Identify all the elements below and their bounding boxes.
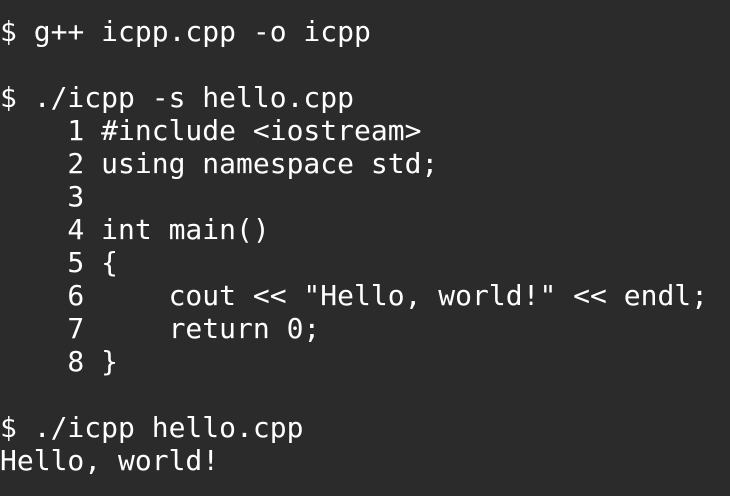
program-output: Hello, world! (0, 444, 220, 477)
source-line-3: 3 (0, 180, 85, 213)
source-line-5: 5 { (0, 246, 119, 279)
command-line-compile: $ g++ icpp.cpp -o icpp (0, 15, 371, 48)
source-line-2: 2 using namespace std; (0, 147, 439, 180)
command-line-show-source: $ ./icpp -s hello.cpp (0, 81, 355, 114)
source-line-4: 4 int main() (0, 213, 270, 246)
source-line-7: 7 return 0; (0, 312, 321, 345)
command-line-run: $ ./icpp hello.cpp (0, 411, 304, 444)
source-line-8: 8 } (0, 345, 119, 378)
source-line-6: 6 cout << "Hello, world!" << endl; (0, 279, 709, 312)
source-line-1: 1 #include <iostream> (0, 114, 422, 147)
terminal-window[interactable]: $ g++ icpp.cpp -o icpp $ ./icpp -s hello… (0, 0, 730, 496)
